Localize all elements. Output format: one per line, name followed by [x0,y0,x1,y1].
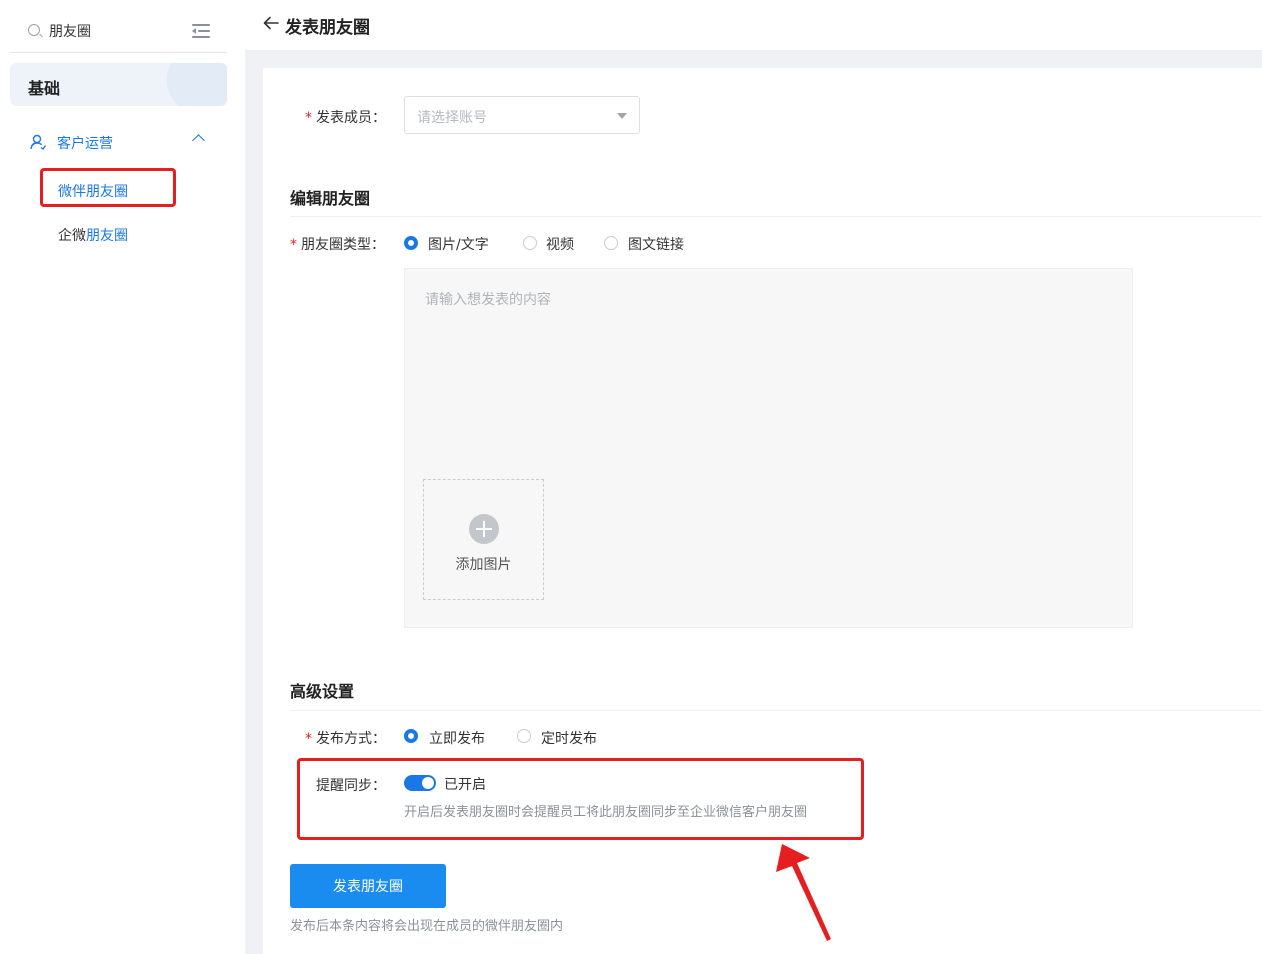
radio-publish-now-label[interactable]: 立即发布 [429,728,485,748]
publish-mode-label: * 发布方式： [305,728,386,748]
member-label: * 发表成员： [305,107,386,127]
member-select[interactable]: 请选择账号 [404,96,640,134]
content-gap [245,50,1262,68]
radio-video-label[interactable]: 视频 [546,234,574,254]
required-asterisk: * [290,237,297,253]
annotation-highlight-box [297,758,864,840]
back-arrow-icon[interactable] [262,14,280,32]
sidebar-group-label: 客户运营 [57,136,113,152]
decorative-shape [167,63,227,106]
sidebar: 朋友圈 基础 客户运营 微伴朋友圈 企微朋友圈 [0,0,245,954]
menu-fold-icon[interactable] [192,23,210,39]
sidebar-group-customer-ops[interactable]: 客户运营 [10,126,227,160]
radio-scheduled[interactable] [517,729,531,743]
required-asterisk: * [305,110,312,126]
radio-image-text-label[interactable]: 图片/文字 [428,234,489,254]
sidebar-divider [245,0,263,954]
page-header: 发表朋友圈 [245,0,1262,50]
section-divider [290,216,1262,217]
sidebar-item-label-highlight: 朋友圈 [86,228,128,244]
content-placeholder: 请输入想发表的内容 [425,292,551,308]
radio-link[interactable] [604,236,618,250]
caret-down-icon [617,113,627,119]
menu-search[interactable]: 朋友圈 [10,10,227,53]
search-icon [28,24,40,36]
user-icon [30,134,46,150]
member-label-text: 发表成员： [316,110,386,126]
member-select-placeholder: 请选择账号 [417,110,487,126]
publish-hint: 发布后本条内容将会出现在成员的微伴朋友圈内 [290,919,564,934]
annotation-highlight-box [40,168,176,207]
edit-section-title: 编辑朋友圈 [290,189,371,208]
section-basic-title: 基础 [28,79,61,98]
publish-mode-label-text: 发布方式： [316,731,386,747]
menu-search-input[interactable]: 朋友圈 [49,21,91,41]
radio-scheduled-label[interactable]: 定时发布 [541,728,597,748]
section-divider [290,710,1262,711]
chevron-up-icon[interactable] [192,134,205,147]
advanced-section-title: 高级设置 [290,682,355,701]
publish-moment-button[interactable]: 发表朋友圈 [290,864,446,908]
sidebar-item-wecom-moments[interactable]: 企微朋友圈 [58,225,128,245]
radio-link-label[interactable]: 图文链接 [628,234,684,254]
radio-video[interactable] [523,236,537,250]
plus-circle-icon [469,514,499,544]
page-title: 发表朋友圈 [285,18,370,38]
moment-type-label-text: 朋友圈类型： [301,237,385,253]
add-image-button[interactable]: 添加图片 [423,479,544,600]
radio-image-text[interactable] [404,236,418,250]
required-asterisk: * [305,731,312,747]
sidebar-item-label-prefix: 企微 [58,228,86,244]
section-basic[interactable]: 基础 [10,63,227,106]
radio-publish-now[interactable] [404,729,418,743]
moment-type-label: * 朋友圈类型： [290,234,385,254]
annotation-arrow [776,844,831,941]
add-image-label: 添加图片 [455,557,512,573]
